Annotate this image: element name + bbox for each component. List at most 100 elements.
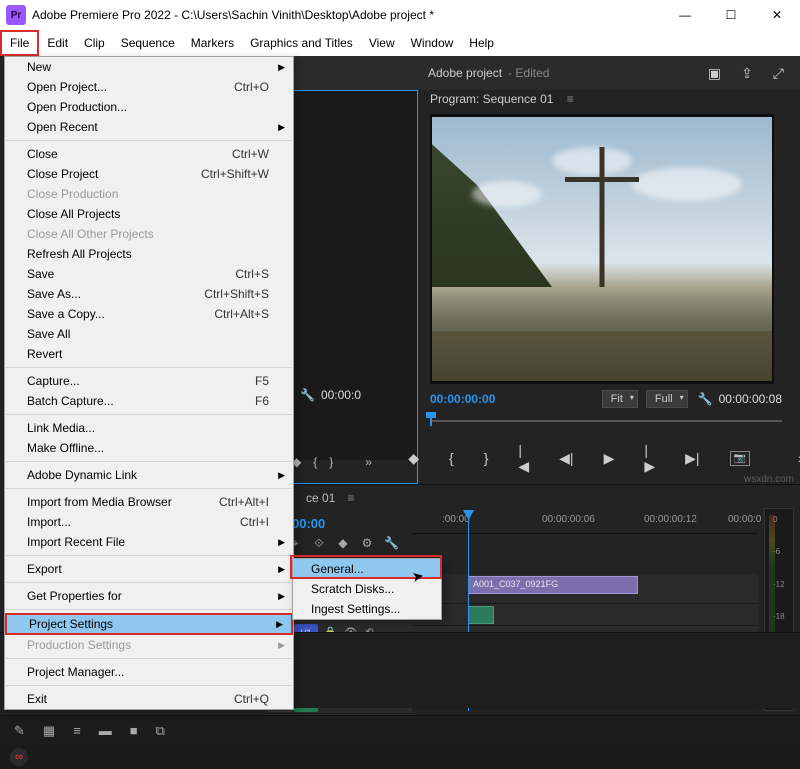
- menu-sequence[interactable]: Sequence: [113, 32, 183, 54]
- timeline-panel-menu-icon[interactable]: ≡: [347, 491, 354, 505]
- marker-icon[interactable]: ◆: [336, 536, 350, 550]
- creative-cloud-icon[interactable]: ∞: [10, 748, 28, 766]
- submenu-arrow-icon: ▶: [278, 591, 285, 602]
- program-panel-menu-icon[interactable]: ≡: [567, 92, 574, 106]
- list-view-icon[interactable]: ▦: [43, 723, 55, 739]
- file-menu-item-close-all-projects[interactable]: Close All Projects: [5, 204, 293, 224]
- close-button[interactable]: ✕: [754, 0, 800, 30]
- file-menu-item-import[interactable]: Import...Ctrl+I: [5, 512, 293, 532]
- file-menu-item-export[interactable]: Export▶: [5, 559, 293, 579]
- file-menu-item-save-as[interactable]: Save As...Ctrl+Shift+S: [5, 284, 293, 304]
- submenu-item-scratch-disks[interactable]: Scratch Disks...: [293, 579, 441, 599]
- video-clip[interactable]: A001_C037_0921FG: [468, 576, 638, 594]
- file-menu-item-project-manager[interactable]: Project Manager...: [5, 662, 293, 682]
- step-back-icon[interactable]: ◀|: [559, 450, 573, 467]
- project-settings-submenu: General...Scratch Disks...Ingest Setting…: [292, 558, 442, 620]
- program-frame-image: [432, 117, 772, 381]
- file-menu-item-close-project[interactable]: Close ProjectCtrl+Shift+W: [5, 164, 293, 184]
- mark-out-icon[interactable]: }: [484, 450, 489, 466]
- menu-window[interactable]: Window: [403, 32, 462, 54]
- file-menu-item-save[interactable]: SaveCtrl+S: [5, 264, 293, 284]
- linked-selection-icon[interactable]: ⟐: [312, 536, 326, 551]
- icon-view-icon[interactable]: ≡: [73, 723, 81, 738]
- menu-edit[interactable]: Edit: [39, 32, 76, 54]
- go-to-in-icon[interactable]: |◀: [518, 442, 529, 475]
- file-menu-item-import-recent-file[interactable]: Import Recent File▶: [5, 532, 293, 552]
- program-monitor-canvas[interactable]: [430, 114, 774, 384]
- file-menu-item-adobe-dynamic-link[interactable]: Adobe Dynamic Link▶: [5, 465, 293, 485]
- menu-item-label: Export: [27, 562, 62, 576]
- settings-wrench-icon[interactable]: 🔧: [698, 392, 713, 406]
- submenu-item-general[interactable]: General...: [293, 559, 441, 579]
- timeline-option-icons: ⌖ ⟐ ◆ ⚙ 🔧: [288, 534, 398, 552]
- menu-clip[interactable]: Clip: [76, 32, 113, 54]
- pencil-icon[interactable]: ✎: [14, 723, 25, 739]
- new-bin-icon[interactable]: ■: [130, 723, 138, 738]
- timeline-a1-lane[interactable]: [412, 604, 758, 626]
- program-scrubber[interactable]: [430, 414, 782, 430]
- src-more-icon[interactable]: »: [365, 455, 372, 469]
- timeline-v1-lane[interactable]: A001_C037_0921FG: [412, 574, 758, 604]
- file-menu-item-open-project[interactable]: Open Project...Ctrl+O: [5, 77, 293, 97]
- ruler-tick: 00:00:0: [728, 514, 761, 525]
- file-menu-item-save-a-copy[interactable]: Save a Copy...Ctrl+Alt+S: [5, 304, 293, 324]
- timeline-ruler[interactable]: :00:00 00:00:00:06 00:00:00:12 00:00:0: [412, 510, 758, 534]
- share-icon[interactable]: ⇪: [741, 65, 753, 82]
- menu-item-label: Link Media...: [27, 421, 95, 435]
- menu-item-label: Get Properties for: [27, 589, 122, 603]
- export-frame-icon[interactable]: 📷: [730, 451, 750, 466]
- file-menu-item-revert[interactable]: Revert: [5, 344, 293, 364]
- step-forward-icon[interactable]: |▶: [644, 442, 655, 475]
- menu-item-label: Production Settings: [27, 638, 131, 652]
- file-menu-item-exit[interactable]: ExitCtrl+Q: [5, 689, 293, 709]
- audio-clip[interactable]: [468, 606, 494, 624]
- file-menu-item-capture[interactable]: Capture...F5: [5, 371, 293, 391]
- menu-file[interactable]: File: [0, 30, 39, 56]
- add-marker-icon[interactable]: ◆: [408, 450, 419, 467]
- timeline-timecode[interactable]: 00:00: [292, 516, 325, 531]
- freeform-view-icon[interactable]: ▬: [99, 723, 112, 738]
- file-menu-item-make-offline[interactable]: Make Offline...: [5, 438, 293, 458]
- mark-in-icon[interactable]: {: [449, 450, 454, 466]
- file-menu-item-get-properties-for[interactable]: Get Properties for ▶: [5, 586, 293, 606]
- resolution-dropdown[interactable]: Full: [646, 390, 688, 408]
- submenu-item-ingest-settings[interactable]: Ingest Settings...: [293, 599, 441, 619]
- image-city: [432, 293, 772, 333]
- go-to-out-icon[interactable]: ▶|: [685, 450, 699, 467]
- menu-markers[interactable]: Markers: [183, 32, 242, 54]
- wrench-icon[interactable]: 🔧: [384, 536, 398, 550]
- file-menu-item-link-media[interactable]: Link Media...: [5, 418, 293, 438]
- file-menu-item-close[interactable]: CloseCtrl+W: [5, 144, 293, 164]
- app-icon: Pr: [6, 5, 26, 25]
- menu-help[interactable]: Help: [461, 32, 502, 54]
- file-menu-item-close-all-other-projects: Close All Other Projects: [5, 224, 293, 244]
- file-menu-item-save-all[interactable]: Save All: [5, 324, 293, 344]
- file-menu-item-refresh-all-projects[interactable]: Refresh All Projects: [5, 244, 293, 264]
- settings-icon[interactable]: ⚙: [360, 536, 374, 550]
- wrench-icon[interactable]: 🔧: [300, 388, 315, 402]
- scrubber-track: [430, 420, 782, 422]
- new-item-icon[interactable]: ⧉: [156, 723, 165, 739]
- scrubber-playhead[interactable]: [430, 414, 432, 426]
- program-timecode-current[interactable]: 00:00:00:00: [430, 392, 495, 406]
- minimize-button[interactable]: —: [662, 0, 708, 30]
- file-menu-item-batch-capture[interactable]: Batch Capture...F6: [5, 391, 293, 411]
- file-menu-item-new[interactable]: New▶: [5, 57, 293, 77]
- menu-separator: [6, 461, 292, 462]
- src-markin-icon[interactable]: {: [313, 455, 317, 469]
- file-menu-item-import-from-media-browser[interactable]: Import from Media BrowserCtrl+Alt+I: [5, 492, 293, 512]
- menu-item-label: Capture...: [27, 374, 80, 388]
- fullscreen-icon[interactable]: ⤢: [773, 65, 784, 82]
- zoom-fit-dropdown[interactable]: Fit: [602, 390, 638, 408]
- file-menu-item-project-settings[interactable]: Project Settings▶: [5, 613, 293, 635]
- menu-graphics[interactable]: Graphics and Titles: [242, 32, 361, 54]
- play-icon[interactable]: ▶: [604, 450, 615, 467]
- maximize-button[interactable]: ☐: [708, 0, 754, 30]
- menu-item-label: Project Settings: [29, 617, 113, 631]
- submenu-arrow-icon: ▶: [278, 122, 285, 133]
- file-menu-item-open-production[interactable]: Open Production...: [5, 97, 293, 117]
- quick-export-icon[interactable]: ▣: [708, 65, 721, 82]
- file-menu-item-open-recent[interactable]: Open Recent▶: [5, 117, 293, 137]
- menu-view[interactable]: View: [361, 32, 403, 54]
- src-markout-icon[interactable]: }: [329, 455, 333, 469]
